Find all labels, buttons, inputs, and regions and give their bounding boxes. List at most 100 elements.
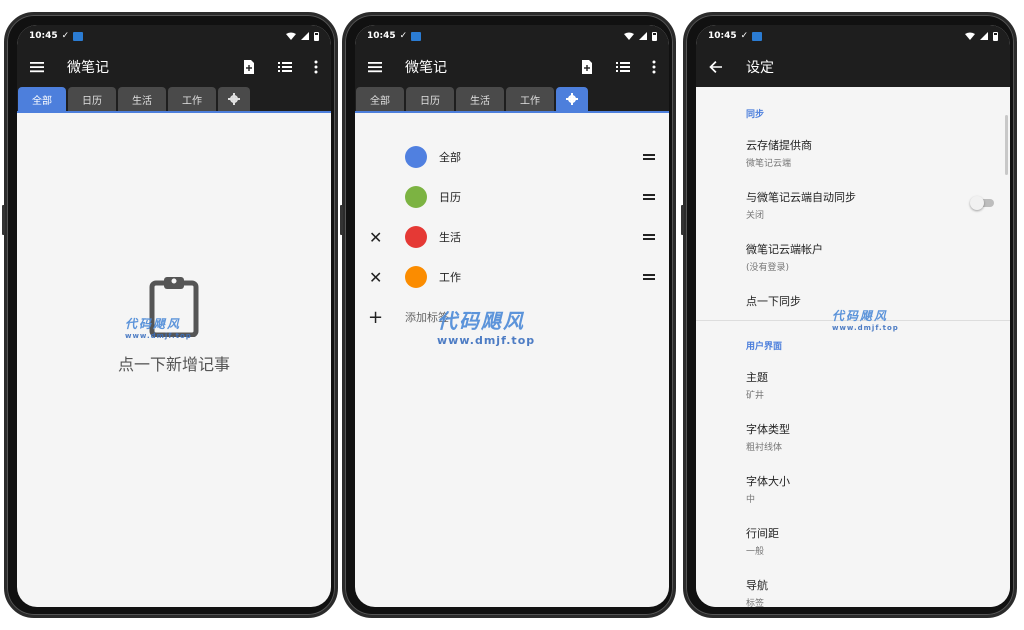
drag-handle-icon[interactable] [643,154,655,160]
setting-title: 主题 [746,371,768,384]
battery-icon [314,31,319,41]
status-bar: 10:45 ✓ [696,25,1010,47]
setting-line-spacing[interactable]: 行间距 一般 [746,525,996,557]
drag-handle-icon[interactable] [643,234,655,240]
add-icon: + [368,306,384,328]
signal-icon [639,32,647,40]
status-check-icon: ✓ [399,31,408,41]
label-tabs: 全部 日历 生活 工作 [17,87,331,113]
setting-title: 行间距 [746,527,779,540]
section-header-ui: 用户界面 [746,342,783,352]
screen: 10:45 ✓ 微笔记 全部 日历 生活 工作 [17,25,331,607]
tab-work[interactable]: 工作 [168,87,216,111]
delete-label-icon[interactable]: ✕ [369,268,382,287]
tab-settings[interactable] [218,87,250,111]
status-check-icon: ✓ [61,31,70,41]
volume-button [340,205,343,235]
setting-subtitle: 矿井 [746,391,765,401]
setting-cloud-provider[interactable]: 云存储提供商 微笔记云端 [746,137,996,169]
label-row[interactable]: ✕ 工作 [355,257,669,297]
setting-font-size[interactable]: 字体大小 中 [746,473,996,505]
label-tabs: 全部 日历 生活 工作 [355,87,669,113]
setting-cloud-account[interactable]: 微笔记云端帐户 (没有登录) [746,241,996,273]
empty-message: 点一下新增记事 [117,355,230,374]
list-view-icon[interactable] [277,59,293,75]
wifi-icon [965,32,975,40]
watermark-brand: 代码飓风 [437,309,525,333]
scrollbar[interactable] [1005,115,1008,175]
label-name: 日历 [439,191,461,204]
notification-badge-icon [73,31,84,41]
label-color-dot [405,146,427,168]
setting-subtitle: 一般 [746,547,765,557]
tab-life[interactable]: 生活 [118,87,166,111]
watermark-url: www.dmjf.top [437,334,536,347]
setting-title: 字体类型 [746,423,790,436]
list-view-icon[interactable] [615,59,631,75]
phone-notes-list: 10:45 ✓ 微笔记 全部 日历 生活 工作 点一下新增记事 代码飓风 www… [2,12,338,618]
label-name: 全部 [439,151,461,164]
screen: 10:45 ✓ 设定 同步 云存储提供商 微笔记云端 与微笔记云端自动同步 关闭 [696,25,1010,607]
setting-theme[interactable]: 主题 矿井 [746,369,996,401]
back-arrow-icon[interactable] [708,59,724,75]
more-vert-icon[interactable] [313,59,319,75]
app-bar: 微笔记 [355,47,669,87]
label-color-dot [405,226,427,248]
label-row[interactable]: ✕ 生活 [355,217,669,257]
drag-handle-icon[interactable] [643,274,655,280]
tab-life[interactable]: 生活 [456,87,504,111]
notification-badge-icon [752,31,763,41]
setting-subtitle: 标签 [746,599,765,607]
setting-subtitle: (没有登录) [746,263,790,273]
status-time: 10:45 [708,31,737,41]
wifi-icon [624,32,634,40]
delete-label-icon[interactable]: ✕ [369,228,382,247]
drag-handle-icon[interactable] [643,194,655,200]
tab-all[interactable]: 全部 [356,87,404,111]
status-time: 10:45 [367,31,396,41]
label-row[interactable]: 全部 [355,137,669,177]
setting-subtitle: 粗衬线体 [746,443,783,453]
settings-list: 同步 云存储提供商 微笔记云端 与微笔记云端自动同步 关闭 微笔记云端帐户 (没… [696,87,1010,607]
app-bar: 设定 [696,47,1010,87]
menu-icon[interactable] [29,59,45,75]
phone-label-manager: 10:45 ✓ 微笔记 全部 日历 生活 工作 全部 日历 ✕ 生活 ✕ 工作 … [340,12,676,618]
status-bar: 10:45 ✓ [17,25,331,47]
setting-subtitle: 中 [746,495,756,505]
tab-all[interactable]: 全部 [18,87,66,111]
tab-work[interactable]: 工作 [506,87,554,111]
auto-sync-toggle[interactable] [970,196,994,210]
label-color-dot [405,266,427,288]
gear-icon [566,93,578,105]
setting-auto-sync[interactable]: 与微笔记云端自动同步 关闭 [746,189,996,221]
volume-button [2,205,5,235]
more-vert-icon[interactable] [651,59,657,75]
watermark: 代码飓风 www.dmjf.top [832,307,899,332]
section-header-sync: 同步 [746,110,765,120]
new-note-icon[interactable] [241,59,257,75]
screen: 10:45 ✓ 微笔记 全部 日历 生活 工作 [355,25,669,607]
volume-button [681,205,684,235]
watermark-brand: 代码飓风 [832,309,889,323]
label-name: 生活 [439,231,461,244]
tab-settings[interactable] [556,87,588,111]
setting-font-type[interactable]: 字体类型 粗衬线体 [746,421,996,453]
app-bar: 微笔记 [17,47,331,87]
setting-title: 云存储提供商 [746,139,812,152]
setting-subtitle: 关闭 [746,211,765,221]
tab-calendar[interactable]: 日历 [68,87,116,111]
setting-title: 与微笔记云端自动同步 [746,191,856,204]
tab-calendar[interactable]: 日历 [406,87,454,111]
app-title: 微笔记 [67,60,109,76]
signal-icon [980,32,988,40]
watermark-brand: 代码飓风 [125,317,182,331]
setting-title: 微笔记云端帐户 [746,243,823,256]
new-note-icon[interactable] [579,59,595,75]
status-bar: 10:45 ✓ [355,25,669,47]
setting-title: 字体大小 [746,475,790,488]
menu-icon[interactable] [367,59,383,75]
setting-navigation[interactable]: 导航 标签 [746,577,996,607]
label-row[interactable]: 日历 [355,177,669,217]
label-color-dot [405,186,427,208]
setting-title: 导航 [746,579,768,592]
